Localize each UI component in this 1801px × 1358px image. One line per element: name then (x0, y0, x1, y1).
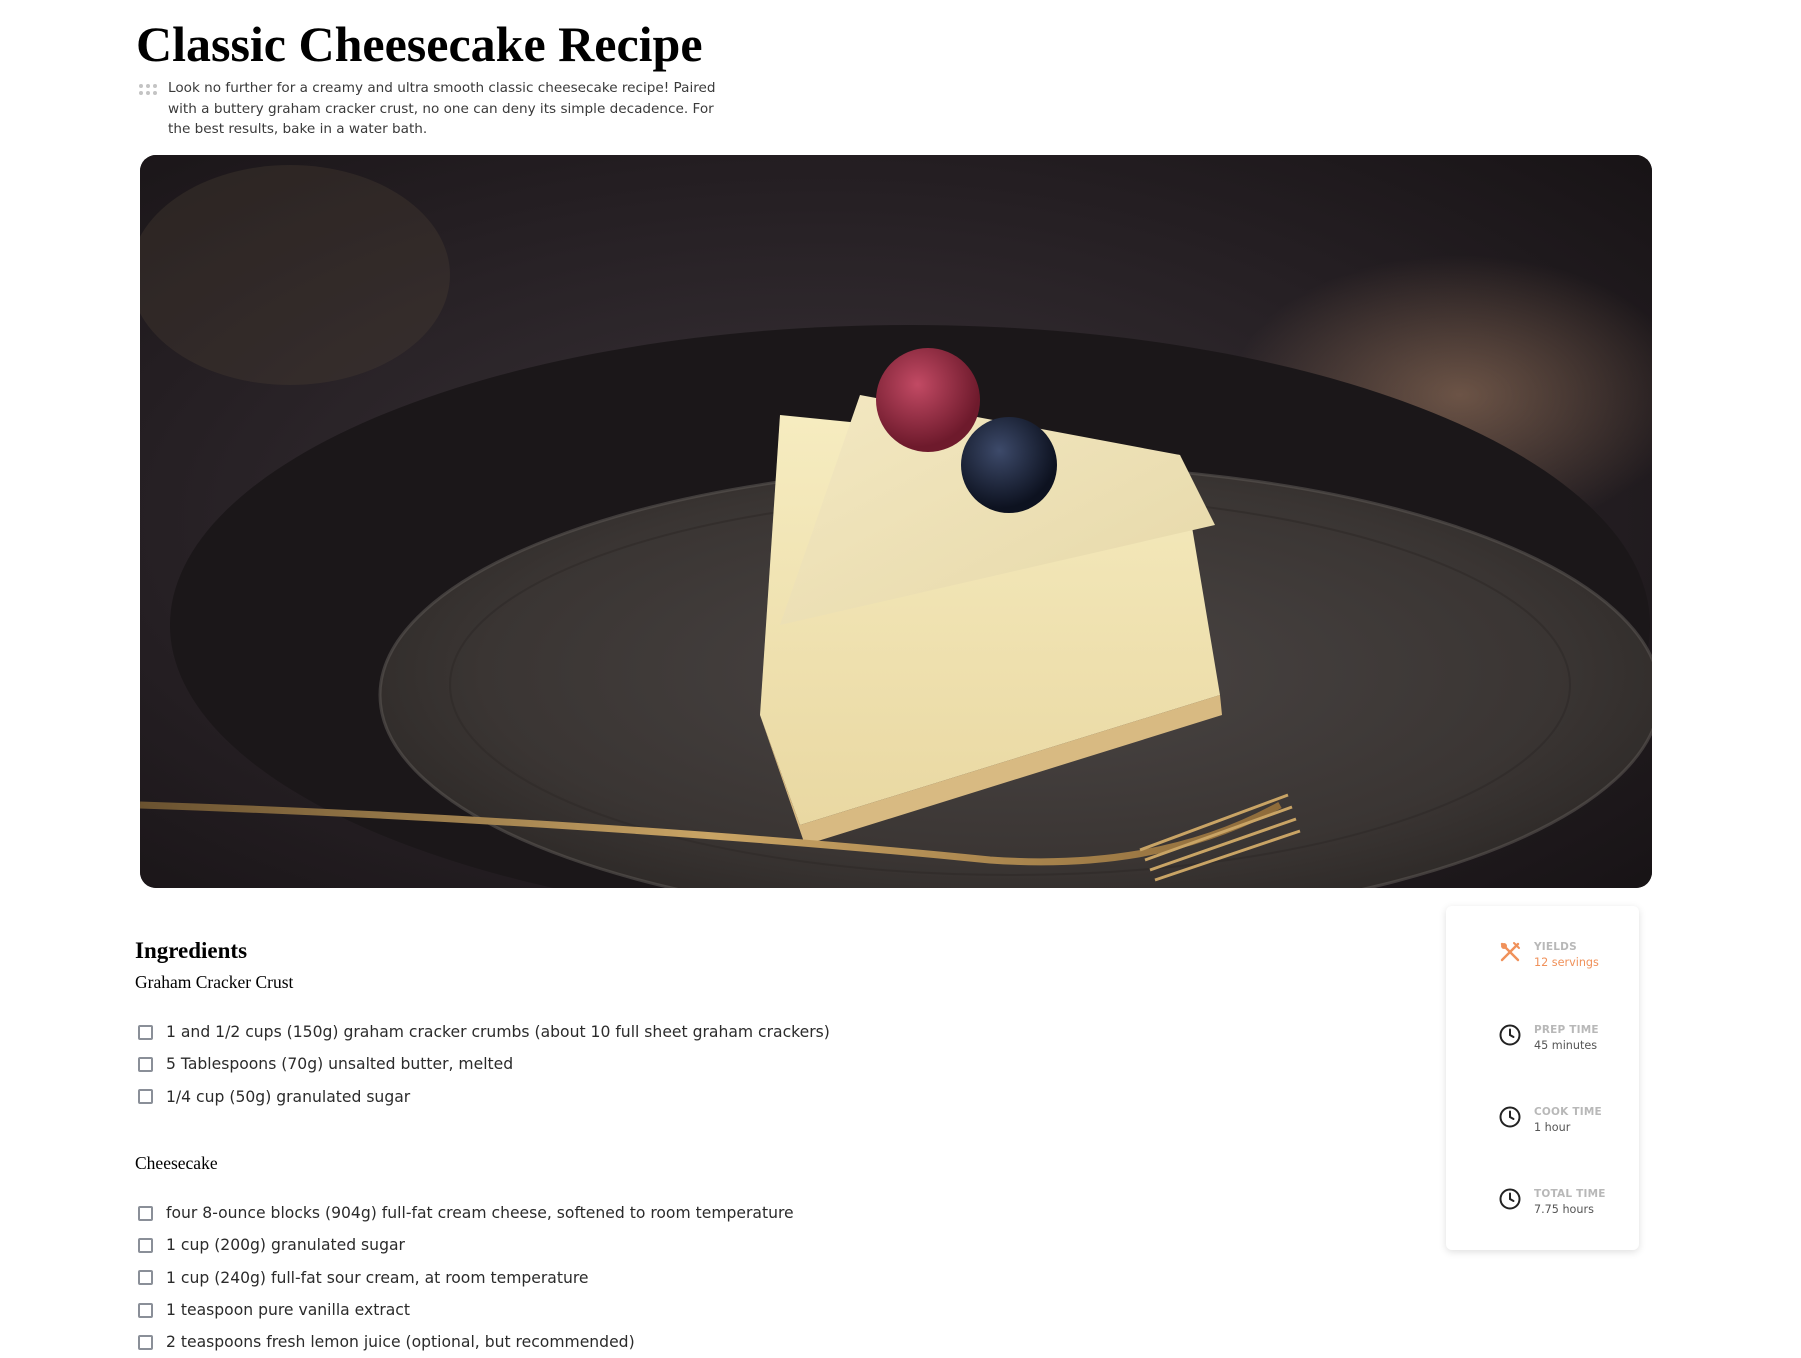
total-time-label: TOTAL TIME (1534, 1188, 1606, 1200)
ingredient-item[interactable]: 2 teaspoons fresh lemon juice (optional,… (138, 1326, 794, 1358)
ingredient-checkbox[interactable] (138, 1334, 153, 1350)
page-title: Classic Cheesecake Recipe (136, 16, 703, 72)
clock-icon (1499, 1188, 1521, 1210)
ingredient-item[interactable]: 1/4 cup (50g) granulated sugar (138, 1081, 830, 1113)
yields-label: YIELDS (1534, 941, 1577, 953)
ingredient-item[interactable]: 1 cup (240g) full-fat sour cream, at roo… (138, 1262, 794, 1294)
prep-time-label: PREP TIME (1534, 1024, 1599, 1036)
ingredient-text: 1/4 cup (50g) granulated sugar (166, 1087, 411, 1106)
utensils-icon (1500, 942, 1520, 962)
ingredient-checkbox[interactable] (138, 1056, 153, 1072)
total-time-value: 7.75 hours (1534, 1203, 1594, 1216)
ingredient-item[interactable]: four 8-ounce blocks (904g) full-fat crea… (138, 1197, 794, 1229)
ingredients-heading: Ingredients (135, 938, 248, 963)
ingredient-text: 1 teaspoon pure vanilla extract (166, 1301, 410, 1320)
ingredient-text: 1 and 1/2 cups (150g) graham cracker cru… (166, 1023, 830, 1042)
group-title-cheesecake: Cheesecake (135, 1153, 218, 1173)
clock-icon (1499, 1106, 1521, 1128)
group-title-crust: Graham Cracker Crust (135, 972, 294, 992)
recipe-info-card: YIELDS 12 servings PREP TIME 45 minutes … (1446, 906, 1639, 1250)
drag-handle-icon[interactable] (139, 84, 157, 98)
clock-icon (1499, 1024, 1521, 1046)
ingredient-checkbox[interactable] (138, 1302, 153, 1318)
ingredient-text: 2 teaspoons fresh lemon juice (optional,… (166, 1333, 635, 1352)
yields-value: 12 servings (1534, 956, 1599, 969)
cook-time-value: 1 hour (1534, 1121, 1571, 1134)
ingredient-checkbox[interactable] (138, 1205, 153, 1221)
prep-time-value: 45 minutes (1534, 1039, 1598, 1052)
ingredient-checkbox[interactable] (138, 1089, 153, 1105)
ingredient-text: 5 Tablespoons (70g) unsalted butter, mel… (166, 1055, 514, 1074)
cheesecake-ingredient-list: four 8-ounce blocks (904g) full-fat crea… (138, 1197, 794, 1358)
total-time-row: TOTAL TIME 7.75 hours (1498, 1187, 1638, 1218)
ingredient-text: 1 cup (240g) full-fat sour cream, at roo… (166, 1268, 589, 1287)
ingredient-item[interactable]: 5 Tablespoons (70g) unsalted butter, mel… (138, 1048, 830, 1080)
hero-image (140, 155, 1652, 888)
cook-time-label: COOK TIME (1534, 1106, 1602, 1118)
ingredient-item[interactable]: 1 cup (200g) granulated sugar (138, 1229, 794, 1261)
ingredient-text: 1 cup (200g) granulated sugar (166, 1236, 405, 1255)
crust-ingredient-list: 1 and 1/2 cups (150g) graham cracker cru… (138, 1016, 830, 1113)
ingredient-item[interactable]: 1 teaspoon pure vanilla extract (138, 1294, 794, 1326)
prep-time-row: PREP TIME 45 minutes (1498, 1023, 1638, 1054)
ingredient-checkbox[interactable] (138, 1024, 153, 1040)
recipe-description: Look no further for a creamy and ultra s… (168, 80, 716, 137)
cook-time-row: COOK TIME 1 hour (1498, 1105, 1638, 1136)
ingredient-checkbox[interactable] (138, 1237, 153, 1253)
yields-row: YIELDS 12 servings (1498, 940, 1638, 971)
ingredient-checkbox[interactable] (138, 1270, 153, 1286)
ingredient-text: four 8-ounce blocks (904g) full-fat crea… (166, 1204, 794, 1223)
ingredient-item[interactable]: 1 and 1/2 cups (150g) graham cracker cru… (138, 1016, 830, 1048)
